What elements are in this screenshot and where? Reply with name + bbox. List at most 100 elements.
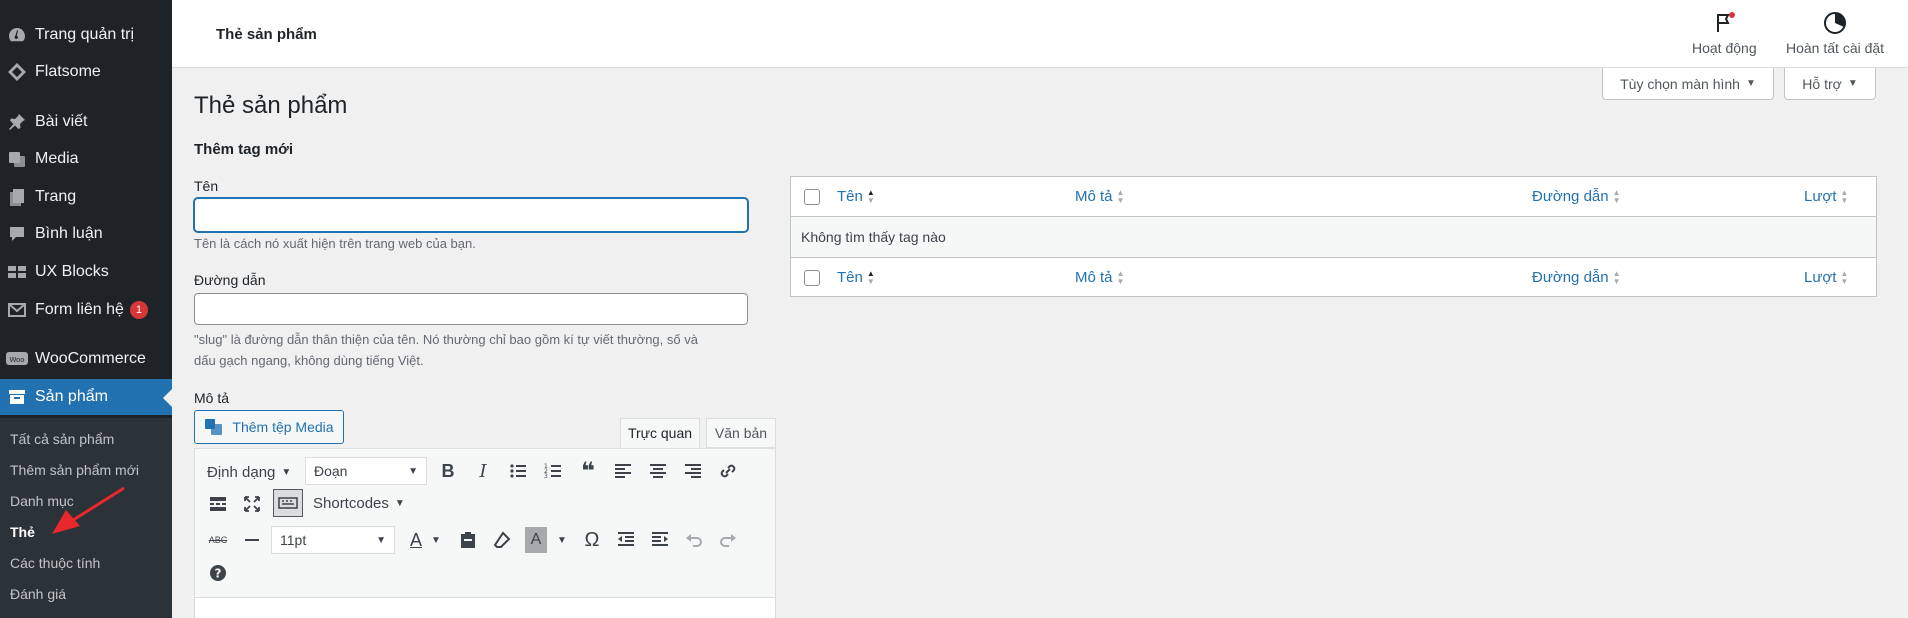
- horizontal-line-button[interactable]: [239, 527, 265, 553]
- numbered-list-button[interactable]: 123: [540, 458, 566, 484]
- sidebar-item-ux-blocks[interactable]: UX Blocks: [0, 254, 172, 290]
- column-count-footer[interactable]: Lượt ▲ ▼: [1804, 269, 1848, 286]
- sort-icon: ▲ ▼: [1840, 268, 1849, 286]
- finish-setup-button[interactable]: Hoàn tất cài đặt: [1786, 10, 1884, 56]
- select-all-checkbox-footer[interactable]: [804, 270, 820, 286]
- blockquote-button[interactable]: ❝: [575, 458, 601, 485]
- tab-text[interactable]: Văn bản: [706, 418, 776, 448]
- column-slug-label: Đường dẫn: [1532, 188, 1609, 205]
- slug-input[interactable]: [194, 293, 748, 325]
- special-character-button[interactable]: Ω: [579, 527, 605, 553]
- shortcodes-menu[interactable]: Shortcodes ▼: [313, 489, 405, 517]
- submenu-reviews[interactable]: Đánh giá: [10, 586, 66, 602]
- column-count-header[interactable]: Lượt ▲ ▼: [1804, 188, 1848, 205]
- activity-button[interactable]: Hoạt động: [1692, 10, 1757, 56]
- align-right-button[interactable]: [680, 458, 706, 484]
- align-right-icon: [685, 464, 701, 478]
- sidebar-item-flatsome[interactable]: Flatsome: [0, 54, 172, 90]
- mail-icon: [5, 298, 29, 322]
- column-name-header[interactable]: Tên ▲ ▼: [837, 188, 875, 205]
- background-color-dropdown[interactable]: ▼: [549, 527, 575, 553]
- sidebar-item-contact-form[interactable]: Form liên hệ 1: [0, 292, 172, 328]
- sidebar-item-label: Trang quản trị: [35, 26, 135, 43]
- name-input[interactable]: [194, 198, 748, 232]
- column-slug-header[interactable]: Đường dẫn ▲ ▼: [1532, 188, 1621, 205]
- sidebar-item-posts[interactable]: Bài viết: [0, 104, 172, 140]
- svg-text:?: ?: [215, 567, 222, 581]
- sort-icon: ▲ ▼: [866, 268, 875, 286]
- flatsome-icon: [5, 60, 29, 84]
- sidebar-item-woocommerce[interactable]: Woo WooCommerce: [0, 341, 172, 377]
- sidebar-item-dashboard[interactable]: Trang quản trị: [0, 17, 172, 53]
- clear-formatting-button[interactable]: [489, 527, 515, 553]
- column-count-label: Lượt: [1804, 188, 1837, 205]
- link-icon: [720, 464, 736, 478]
- comment-icon: [5, 222, 29, 246]
- caret-down-icon: ▼: [281, 466, 292, 478]
- submenu-tags[interactable]: Thẻ: [10, 524, 35, 540]
- background-color-button[interactable]: A: [525, 527, 547, 553]
- undo-button[interactable]: [681, 527, 707, 553]
- paste-text-button[interactable]: [455, 527, 481, 553]
- sidebar-item-comments[interactable]: Bình luận: [0, 216, 172, 252]
- column-description-label: Mô tả: [1075, 269, 1113, 286]
- shortcodes-label: Shortcodes: [313, 494, 389, 512]
- italic-icon: I: [479, 460, 487, 482]
- notification-badge: 1: [129, 301, 148, 319]
- caret-down-icon: ▼: [408, 465, 418, 477]
- submenu-add-product[interactable]: Thêm sản phẩm mới: [10, 462, 139, 478]
- submenu-all-products[interactable]: Tất cả sản phẩm: [10, 431, 114, 447]
- help-button[interactable]: Hỗ trợ ▼: [1784, 68, 1876, 100]
- strikethrough-button[interactable]: ABC: [205, 527, 231, 553]
- tab-visual[interactable]: Trực quan: [620, 418, 700, 448]
- bold-button[interactable]: B: [435, 458, 461, 484]
- slug-help-line-2: dấu gạch ngang, không dùng tiếng Việt.: [194, 353, 424, 368]
- column-description-label: Mô tả: [1075, 188, 1113, 205]
- format-menu[interactable]: Định dạng ▼: [207, 458, 291, 486]
- column-name-label: Tên: [837, 188, 863, 205]
- sidebar-item-label: Trang: [35, 188, 77, 205]
- font-size-select[interactable]: 11pt ▼: [271, 526, 395, 554]
- add-media-button[interactable]: Thêm tệp Media: [194, 410, 344, 444]
- column-slug-footer[interactable]: Đường dẫn ▲ ▼: [1532, 269, 1621, 286]
- align-left-button[interactable]: [610, 458, 636, 484]
- redo-button[interactable]: [715, 527, 741, 553]
- paragraph-select[interactable]: Đoạn ▼: [305, 457, 427, 485]
- blocks-icon: [5, 260, 29, 284]
- media-icon: [5, 147, 29, 171]
- indent-button[interactable]: [647, 527, 673, 553]
- bullet-list-button[interactable]: [505, 458, 531, 484]
- column-name-footer[interactable]: Tên ▲ ▼: [837, 269, 875, 286]
- toolbar-toggle-button[interactable]: [273, 489, 303, 517]
- sidebar-item-label: Form liên hệ: [35, 301, 124, 318]
- outdent-icon: [618, 532, 634, 546]
- column-description-header[interactable]: Mô tả ▲ ▼: [1075, 188, 1124, 205]
- italic-button[interactable]: I: [470, 458, 496, 484]
- clipboard-icon: [461, 532, 475, 548]
- sort-icon: ▲ ▼: [1116, 268, 1125, 286]
- column-description-footer[interactable]: Mô tả ▲ ▼: [1075, 269, 1124, 286]
- help-shortcuts-button[interactable]: ?: [205, 560, 231, 586]
- caret-down-icon: ▼: [394, 497, 405, 509]
- page-title: Thẻ sản phẩm: [194, 92, 348, 119]
- align-center-button[interactable]: [645, 458, 671, 484]
- submenu-attributes[interactable]: Các thuộc tính: [10, 555, 100, 571]
- numbered-list-icon: 123: [544, 463, 561, 480]
- strikethrough-icon: ABC: [208, 535, 228, 545]
- fullscreen-button[interactable]: [239, 491, 265, 517]
- annotation-arrow: [52, 486, 125, 534]
- sidebar-item-label: Media: [35, 150, 79, 167]
- screen-options-button[interactable]: Tùy chọn màn hình ▼: [1602, 68, 1774, 100]
- top-bar-title: Thẻ sản phẩm: [216, 26, 317, 43]
- paragraph-select-value: Đoạn: [314, 463, 348, 479]
- sidebar-item-products[interactable]: Sản phẩm: [0, 379, 172, 415]
- sidebar-item-media[interactable]: Media: [0, 141, 172, 177]
- text-color-dropdown[interactable]: ▼: [423, 527, 449, 553]
- sidebar-item-pages[interactable]: Trang: [0, 179, 172, 215]
- read-more-button[interactable]: [205, 491, 231, 517]
- outdent-button[interactable]: [613, 527, 639, 553]
- empty-row: Không tìm thấy tag nào: [791, 217, 1876, 257]
- link-button[interactable]: [715, 458, 741, 484]
- select-all-checkbox[interactable]: [804, 189, 820, 205]
- editor-content-area[interactable]: [195, 597, 775, 618]
